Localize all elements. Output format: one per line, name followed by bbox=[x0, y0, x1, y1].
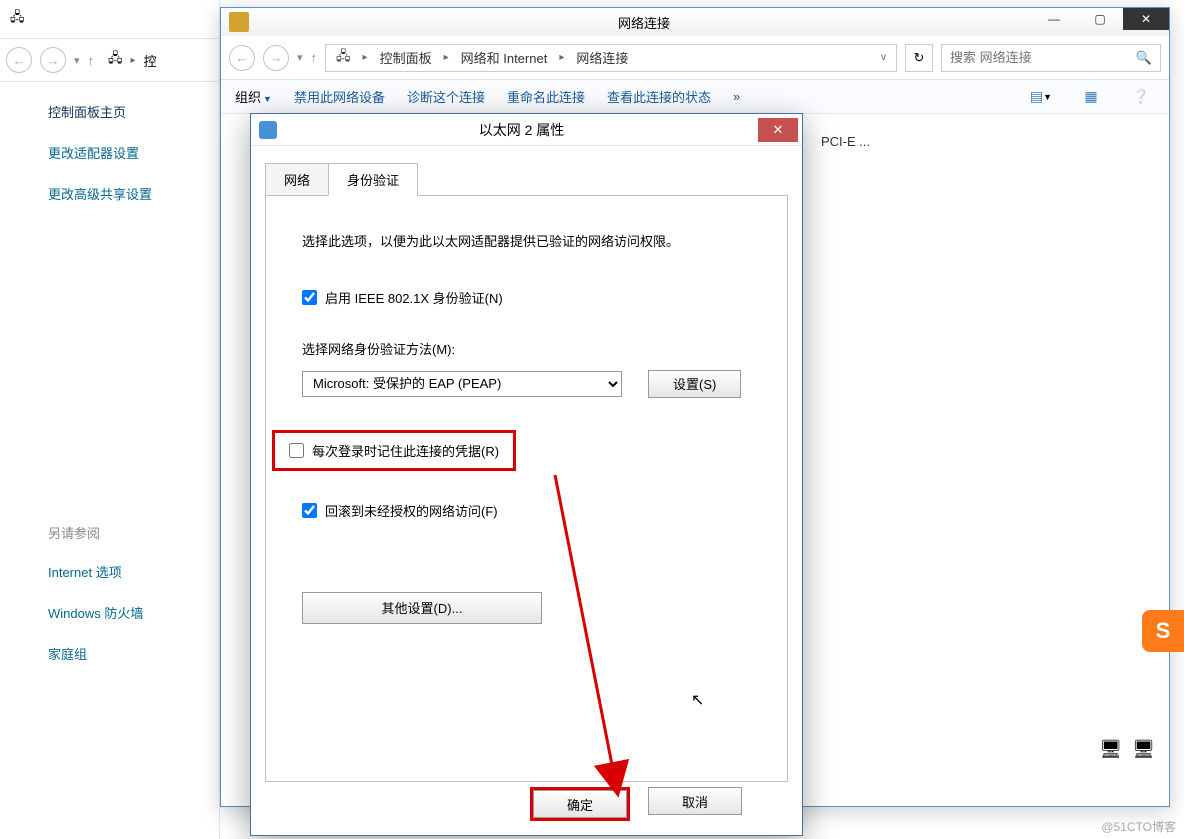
auth-description: 选择此选项，以便为此以太网适配器提供已验证的网络访问权限。 bbox=[302, 232, 751, 252]
main-back-button[interactable]: ← bbox=[229, 45, 255, 71]
ok-button-highlight: 确定 bbox=[530, 787, 630, 821]
dialog-body: 网络 身份验证 选择此选项，以便为此以太网适配器提供已验证的网络访问权限。 启用… bbox=[251, 146, 802, 779]
window-title: 网络连接 bbox=[257, 13, 1031, 32]
breadcrumb-3[interactable]: 网络连接 bbox=[572, 48, 632, 67]
network-path-icon: 🖧 bbox=[108, 49, 123, 71]
dialog-tabs: 网络 身份验证 bbox=[265, 162, 788, 195]
view-options-icon[interactable]: ▤▼ bbox=[1027, 86, 1055, 108]
maximize-button[interactable]: ▢ bbox=[1077, 8, 1123, 30]
computer-icon: 🖥 bbox=[1099, 739, 1122, 760]
disable-device-button[interactable]: 禁用此网络设备 bbox=[294, 87, 385, 106]
window-icon bbox=[229, 12, 249, 32]
history-chevron-icon[interactable]: ▾ bbox=[74, 54, 80, 67]
method-settings-button[interactable]: 设置(S) bbox=[648, 370, 741, 398]
link-windows-firewall[interactable]: Windows 防火墙 bbox=[48, 603, 201, 622]
link-adapter-settings[interactable]: 更改适配器设置 bbox=[48, 143, 201, 162]
bg-titlebar: 🖧 bbox=[0, 0, 219, 38]
details-pane-icon[interactable]: ▦ bbox=[1077, 86, 1105, 108]
view-status-button[interactable]: 查看此连接的状态 bbox=[607, 87, 711, 106]
tab-network[interactable]: 网络 bbox=[265, 163, 329, 196]
bg-sidebar: 控制面板主页 更改适配器设置 更改高级共享设置 另请参阅 Internet 选项… bbox=[0, 82, 219, 663]
bg-nav-toolbar: ← → ▾ ↑ 🖧 ▸ 控 bbox=[0, 38, 219, 82]
auth-method-select[interactable]: Microsoft: 受保护的 EAP (PEAP) bbox=[302, 371, 622, 397]
breadcrumb-sep-icon: ▸ bbox=[359, 52, 372, 63]
ethernet-properties-dialog: 以太网 2 属性 ✕ 网络 身份验证 选择此选项，以便为此以太网适配器提供已验证… bbox=[250, 113, 803, 836]
history-chevron-icon[interactable]: ▾ bbox=[297, 51, 303, 64]
help-icon[interactable]: ❔ bbox=[1127, 86, 1155, 108]
main-titlebar: 网络连接 — ▢ ✕ bbox=[221, 8, 1169, 36]
adapter-text-fragment: PCI-E ... bbox=[821, 134, 1149, 149]
remember-credentials-checkbox[interactable] bbox=[289, 443, 304, 458]
organize-menu[interactable]: 组织▼ bbox=[235, 87, 272, 106]
more-commands-button[interactable]: » bbox=[733, 89, 740, 104]
link-sharing-settings[interactable]: 更改高级共享设置 bbox=[48, 184, 201, 203]
computer-icon-2: 🖥 bbox=[1132, 739, 1155, 760]
breadcrumb-1[interactable]: 控制面板 bbox=[376, 48, 436, 67]
refresh-button[interactable]: ↻ bbox=[905, 44, 933, 72]
breadcrumb-sep-icon: ▸ bbox=[440, 52, 453, 63]
forward-button[interactable]: → bbox=[40, 47, 66, 73]
dialog-close-button[interactable]: ✕ bbox=[758, 118, 798, 142]
breadcrumb-2[interactable]: 网络和 Internet bbox=[457, 48, 552, 67]
ok-button[interactable]: 确定 bbox=[533, 790, 627, 818]
bg-breadcrumb-crop: 控 bbox=[144, 51, 157, 70]
enable-8021x-label: 启用 IEEE 802.1X 身份验证(N) bbox=[325, 288, 503, 307]
search-icon[interactable]: 🔍 bbox=[1136, 50, 1152, 66]
up-arrow-icon[interactable]: ↑ bbox=[88, 53, 95, 68]
dialog-title: 以太网 2 属性 bbox=[285, 120, 758, 140]
up-arrow-icon[interactable]: ↑ bbox=[311, 50, 318, 65]
path-sep-icon: ▸ bbox=[131, 55, 136, 66]
fallback-checkbox[interactable] bbox=[302, 503, 317, 518]
rename-connection-button[interactable]: 重命名此连接 bbox=[507, 87, 585, 106]
search-input[interactable] bbox=[950, 50, 1136, 65]
breadcrumb-path[interactable]: 🖧 ▸ 控制面板 ▸ 网络和 Internet ▸ 网络连接 v bbox=[325, 44, 897, 72]
statusbar-icons: 🖥 🖥 bbox=[1099, 739, 1155, 760]
command-bar: 组织▼ 禁用此网络设备 诊断这个连接 重命名此连接 查看此连接的状态 » ▤▼ … bbox=[221, 80, 1169, 114]
link-internet-options[interactable]: Internet 选项 bbox=[48, 562, 201, 581]
see-also-header: 另请参阅 bbox=[48, 523, 201, 542]
sidebar-title: 控制面板主页 bbox=[48, 102, 201, 121]
network-path-icon: 🖧 bbox=[332, 47, 355, 69]
sogou-badge-icon: S bbox=[1142, 610, 1184, 652]
enable-8021x-row[interactable]: 启用 IEEE 802.1X 身份验证(N) bbox=[302, 288, 751, 307]
watermark-text: @51CTO博客 bbox=[1101, 818, 1176, 835]
remember-credentials-label: 每次登录时记住此连接的凭据(R) bbox=[312, 441, 499, 460]
fallback-row[interactable]: 回滚到未经授权的网络访问(F) bbox=[302, 501, 751, 520]
enable-8021x-checkbox[interactable] bbox=[302, 290, 317, 305]
close-window-button[interactable]: ✕ bbox=[1123, 8, 1169, 30]
dialog-icon bbox=[259, 121, 277, 139]
background-control-panel: 🖧 ← → ▾ ↑ 🖧 ▸ 控 控制面板主页 更改适配器设置 更改高级共享设置 … bbox=[0, 0, 220, 839]
search-box[interactable]: 🔍 bbox=[941, 44, 1161, 72]
method-label: 选择网络身份验证方法(M): bbox=[302, 339, 751, 358]
other-settings-button[interactable]: 其他设置(D)... bbox=[302, 592, 542, 624]
minimize-button[interactable]: — bbox=[1031, 8, 1077, 30]
link-homegroup[interactable]: 家庭组 bbox=[48, 644, 201, 663]
diagnose-connection-button[interactable]: 诊断这个连接 bbox=[407, 87, 485, 106]
path-dropdown-icon[interactable]: v bbox=[877, 52, 890, 63]
cancel-button[interactable]: 取消 bbox=[648, 787, 742, 815]
dialog-titlebar: 以太网 2 属性 ✕ bbox=[251, 114, 802, 146]
back-button[interactable]: ← bbox=[6, 47, 32, 73]
main-forward-button[interactable]: → bbox=[263, 45, 289, 71]
dialog-button-row: 确定 取消 bbox=[530, 787, 742, 821]
network-icon: 🖧 bbox=[10, 8, 25, 30]
tab-panel-authentication: 选择此选项，以便为此以太网适配器提供已验证的网络访问权限。 启用 IEEE 80… bbox=[265, 195, 788, 782]
address-bar-row: ← → ▾ ↑ 🖧 ▸ 控制面板 ▸ 网络和 Internet ▸ 网络连接 v… bbox=[221, 36, 1169, 80]
tab-authentication[interactable]: 身份验证 bbox=[328, 163, 418, 196]
fallback-label: 回滚到未经授权的网络访问(F) bbox=[325, 501, 498, 520]
breadcrumb-sep-icon: ▸ bbox=[555, 52, 568, 63]
remember-credentials-highlight: 每次登录时记住此连接的凭据(R) bbox=[272, 430, 516, 471]
